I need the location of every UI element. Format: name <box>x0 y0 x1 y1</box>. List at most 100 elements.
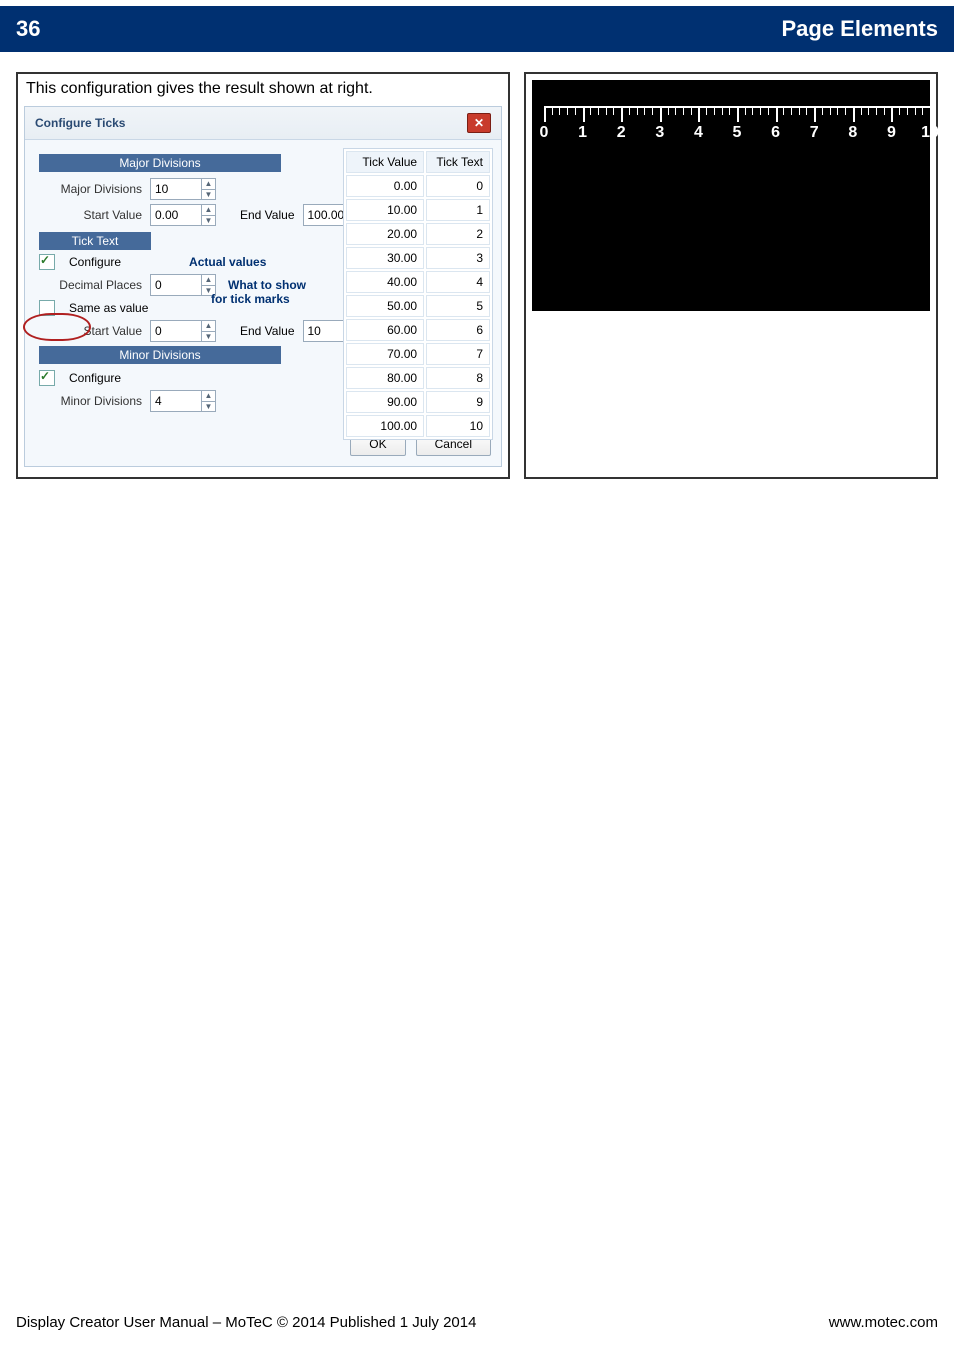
same-as-value-label: Same as value <box>69 301 148 315</box>
major-tick <box>660 106 662 122</box>
footer-right: www.motec.com <box>829 1314 938 1331</box>
minor-tick <box>868 106 869 115</box>
major-tick-label: 7 <box>810 124 819 142</box>
minor-tick <box>613 106 614 115</box>
table-row[interactable]: 80.008 <box>346 367 490 389</box>
minor-tick <box>567 106 568 115</box>
callout-what-to-show-line1: What to show <box>228 278 306 292</box>
table-row[interactable]: 70.007 <box>346 343 490 365</box>
tick-value-cell: 20.00 <box>346 223 424 245</box>
section-minor-divisions: Minor Divisions <box>39 346 281 364</box>
major-start-value-stepper[interactable]: ▲▼ <box>150 204 216 226</box>
configure-tick-text-label: Configure <box>69 255 121 269</box>
minor-tick <box>559 106 560 115</box>
major-tick <box>544 106 546 122</box>
major-tick-label: 1 <box>578 124 587 142</box>
dialog-title-text: Configure Ticks <box>35 116 125 130</box>
page-number: 36 <box>16 16 40 42</box>
major-tick <box>737 106 739 122</box>
same-as-value-checkbox[interactable] <box>39 300 55 316</box>
table-row[interactable]: 60.006 <box>346 319 490 341</box>
major-tick <box>776 106 778 122</box>
major-tick-label: 3 <box>655 124 664 142</box>
minor-tick <box>907 106 908 115</box>
left-panel: This configuration gives the result show… <box>16 72 510 479</box>
section-tick-text: Tick Text <box>39 232 151 250</box>
tick-value-cell: 70.00 <box>346 343 424 365</box>
tick-text-cell: 10 <box>426 415 490 437</box>
caption: This configuration gives the result show… <box>18 74 508 104</box>
callout-what-to-show-line2: for tick marks <box>211 292 290 306</box>
major-divisions-stepper[interactable]: ▲▼ <box>150 178 216 200</box>
major-start-value-input[interactable] <box>151 206 201 224</box>
dialog-titlebar: Configure Ticks ✕ <box>25 107 501 140</box>
tick-text-cell: 6 <box>426 319 490 341</box>
major-tick-label: 4 <box>694 124 703 142</box>
minor-tick <box>768 106 769 115</box>
minor-tick <box>822 106 823 115</box>
spinner-icon[interactable]: ▲▼ <box>201 391 215 411</box>
major-divisions-input[interactable] <box>151 180 201 198</box>
configure-minor-checkbox[interactable] <box>39 370 55 386</box>
major-tick <box>891 106 893 122</box>
major-tick-label: 10 <box>921 124 939 142</box>
tick-text-cell: 0 <box>426 175 490 197</box>
decimal-places-stepper[interactable]: ▲▼ <box>150 274 216 296</box>
tick-text-cell: 3 <box>426 247 490 269</box>
major-tick <box>583 106 585 122</box>
major-tick <box>698 106 700 122</box>
spinner-icon[interactable]: ▲▼ <box>201 179 215 199</box>
ticktext-start-value-stepper[interactable]: ▲▼ <box>150 320 216 342</box>
configure-ticks-dialog: Configure Ticks ✕ Tick Value Tick Text 0… <box>24 106 502 467</box>
minor-tick <box>899 106 900 115</box>
minor-divisions-stepper[interactable]: ▲▼ <box>150 390 216 412</box>
footer: Display Creator User Manual – MoTeC © 20… <box>16 1314 938 1331</box>
minor-tick <box>652 106 653 115</box>
minor-tick <box>830 106 831 115</box>
major-tick-label: 5 <box>733 124 742 142</box>
ruler-preview: 012345678910 <box>532 80 930 311</box>
major-tick <box>621 106 623 122</box>
tick-text-cell: 1 <box>426 199 490 221</box>
major-tick-label: 6 <box>771 124 780 142</box>
minor-tick <box>606 106 607 115</box>
tick-text-cell: 8 <box>426 367 490 389</box>
table-row[interactable]: 30.003 <box>346 247 490 269</box>
ruler: 012345678910 <box>544 106 930 152</box>
dialog-body: Tick Value Tick Text 0.00010.00120.00230… <box>25 140 501 426</box>
tick-table-header-text: Tick Text <box>426 151 490 173</box>
minor-tick <box>575 106 576 115</box>
tick-value-cell: 90.00 <box>346 391 424 413</box>
spinner-icon[interactable]: ▲▼ <box>201 321 215 341</box>
table-row[interactable]: 0.000 <box>346 175 490 197</box>
tick-value-cell: 100.00 <box>346 415 424 437</box>
major-tick-label: 2 <box>617 124 626 142</box>
spinner-icon[interactable]: ▲▼ <box>201 205 215 225</box>
header-bar: 36 Page Elements <box>0 6 954 52</box>
table-row[interactable]: 40.004 <box>346 271 490 293</box>
minor-tick <box>729 106 730 115</box>
minor-tick <box>791 106 792 115</box>
minor-tick <box>760 106 761 115</box>
configure-tick-text-checkbox[interactable] <box>39 254 55 270</box>
minor-tick <box>629 106 630 115</box>
minor-tick <box>691 106 692 115</box>
minor-tick <box>706 106 707 115</box>
table-row[interactable]: 100.0010 <box>346 415 490 437</box>
close-icon[interactable]: ✕ <box>467 113 491 133</box>
tick-text-cell: 2 <box>426 223 490 245</box>
minor-divisions-input[interactable] <box>151 392 201 410</box>
tick-table: Tick Value Tick Text 0.00010.00120.00230… <box>343 148 493 440</box>
ticktext-start-value-input[interactable] <box>151 322 201 340</box>
table-row[interactable]: 10.001 <box>346 199 490 221</box>
table-row[interactable]: 90.009 <box>346 391 490 413</box>
minor-tick <box>783 106 784 115</box>
major-end-value-label: End Value <box>240 208 295 222</box>
decimal-places-input[interactable] <box>151 276 201 294</box>
table-row[interactable]: 20.002 <box>346 223 490 245</box>
minor-tick <box>644 106 645 115</box>
minor-tick <box>806 106 807 115</box>
minor-tick <box>598 106 599 115</box>
content-row: This configuration gives the result show… <box>16 72 938 479</box>
minor-tick <box>552 106 553 115</box>
